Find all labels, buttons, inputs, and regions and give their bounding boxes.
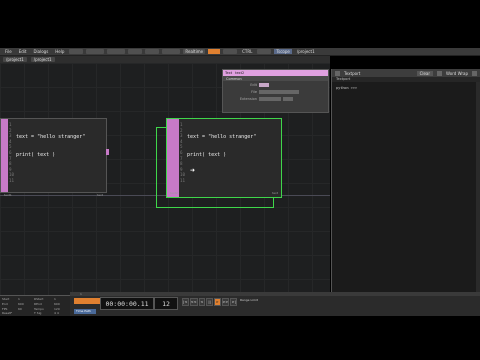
transport-controls: |< << < || > >> >|: [182, 298, 238, 306]
line-numbers: 1 2 3 4 5 6 7 8 9 10 11: [9, 122, 15, 183]
code-line: print( text ): [16, 152, 56, 158]
timeline-settings: Start 1 RStart 1 End 600 REnd 600 FPS 60…: [0, 296, 70, 316]
output-connector[interactable]: [106, 149, 109, 155]
toolbar-button[interactable]: [107, 49, 126, 54]
letterbox-bottom: [0, 316, 480, 360]
time-path-label[interactable]: Time Path: [74, 309, 96, 314]
word-wrap-label: Word Wrap: [446, 70, 468, 76]
toolbar-button[interactable]: [162, 49, 181, 54]
param-label: Edit: [250, 82, 257, 87]
textport-title: Textport: [344, 70, 361, 76]
code-line: text = "hello stranger": [187, 134, 257, 140]
op-name-label: text2: [235, 71, 245, 75]
play-button[interactable]: >: [213, 298, 221, 306]
frame-display[interactable]: 12: [154, 297, 178, 310]
param-label: File: [251, 89, 257, 94]
menu-edit[interactable]: Edit: [17, 49, 29, 54]
node-footer: text2 text: [167, 191, 281, 195]
project-path: /project1: [296, 49, 315, 54]
warning-indicator[interactable]: [208, 49, 221, 54]
close-icon[interactable]: [472, 70, 477, 76]
menu-file[interactable]: File: [3, 49, 14, 54]
pane-tab[interactable]: /project1: [3, 57, 27, 62]
toolbar-button[interactable]: [145, 49, 160, 54]
fps-value[interactable]: 60: [18, 307, 22, 311]
dat-color-strip: [1, 119, 8, 192]
node-footer: text1 text: [1, 193, 106, 197]
param-row: Extension: [223, 95, 328, 102]
param-row: Edit: [223, 81, 328, 88]
range-limit-label[interactable]: Range Limit: [240, 298, 268, 306]
menu-help[interactable]: Help: [53, 49, 66, 54]
node-name: text1: [4, 193, 12, 197]
end-label: End: [2, 302, 8, 306]
toolbar-button[interactable]: [223, 49, 238, 54]
param-row: File: [223, 88, 328, 95]
go-to-end-button[interactable]: >|: [230, 298, 238, 306]
textport-panel[interactable]: Textport Clear Word Wrap Textport python…: [331, 69, 480, 295]
pause-button[interactable]: ||: [206, 298, 213, 306]
pane-icon[interactable]: [335, 70, 340, 76]
code-line: print( text ): [187, 152, 227, 158]
rend-value[interactable]: 600: [54, 302, 60, 306]
word-wrap-checkbox[interactable]: [437, 70, 443, 76]
line-numbers: 1 2 3 4 5 6 7 8 9 10 11: [180, 122, 186, 183]
pane-tab[interactable]: /project1: [30, 57, 55, 62]
text-dat-node-2[interactable]: 1 2 3 4 5 6 7 8 9 10 11 text = "hello stranger" pr…: [166, 118, 282, 198]
letterbox-top: [0, 0, 480, 48]
tsig-value[interactable]: 4 4: [54, 311, 59, 315]
go-to-start-button[interactable]: |<: [182, 298, 189, 306]
node-name: text2: [170, 191, 178, 195]
path-bar: /project1 /project1: [0, 56, 330, 63]
mouse-cursor-icon: ➜: [190, 167, 196, 174]
start-value[interactable]: 1: [18, 297, 20, 301]
timeline-ruler[interactable]: 1: [70, 292, 480, 296]
textport-header: Textport Clear Word Wrap: [332, 69, 480, 77]
node-type: text: [97, 193, 103, 197]
file-field[interactable]: [259, 89, 299, 94]
rstart-value[interactable]: 1: [54, 297, 56, 301]
code-text[interactable]: text = "hello stranger" print( text ): [16, 122, 85, 170]
scrollbar[interactable]: [476, 82, 480, 295]
dat-color-strip: [167, 119, 179, 197]
param-label: Extension: [239, 96, 257, 101]
textport-output[interactable]: python >>>: [332, 82, 480, 94]
text-dat-node-1[interactable]: 1 2 3 4 5 6 7 8 9 10 11 text = "hello stranger" pr…: [0, 118, 109, 197]
perform-button[interactable]: Tscope: [274, 49, 292, 54]
realtime-toggle[interactable]: Realtime: [183, 49, 206, 54]
toolbar-button[interactable]: [86, 49, 105, 54]
code-text[interactable]: text = "hello stranger" print( text ): [187, 122, 256, 170]
toolbar-button[interactable]: [69, 49, 84, 54]
node-type: text: [272, 191, 278, 195]
tsig-label: T Sig: [34, 311, 42, 315]
edit-toggle[interactable]: [259, 82, 269, 87]
code-line: text = "hello stranger": [16, 134, 86, 140]
tab-common[interactable]: Common: [226, 77, 242, 81]
start-label: Start: [2, 297, 10, 301]
toolbar-button[interactable]: [128, 49, 143, 54]
play-reverse-button[interactable]: <: [198, 298, 206, 306]
ctrl-label: CTRL: [242, 49, 253, 54]
clear-button[interactable]: Clear: [416, 70, 434, 76]
rstart-label: RStart: [34, 297, 44, 301]
step-back-button[interactable]: <<: [189, 298, 198, 306]
parameter-window[interactable]: Text text2 Common Edit File Extension: [222, 69, 329, 113]
end-value[interactable]: 600: [18, 302, 24, 306]
ruler-tick: 1: [80, 292, 82, 296]
resetf-label[interactable]: ResetF: [2, 311, 12, 315]
rend-label: REnd: [34, 302, 42, 306]
menu-dialogs[interactable]: Dialogs: [31, 49, 50, 54]
extension-menu[interactable]: [283, 96, 293, 101]
step-forward-button[interactable]: >>: [221, 298, 230, 306]
op-type-label: Text: [225, 71, 233, 75]
extension-field[interactable]: [259, 96, 281, 101]
toolbar-button[interactable]: [257, 49, 272, 54]
menu-bar: File Edit Dialogs Help Realtime CTRL Tsc…: [0, 48, 480, 56]
timecode-display[interactable]: 00:00:00.11: [100, 297, 154, 310]
